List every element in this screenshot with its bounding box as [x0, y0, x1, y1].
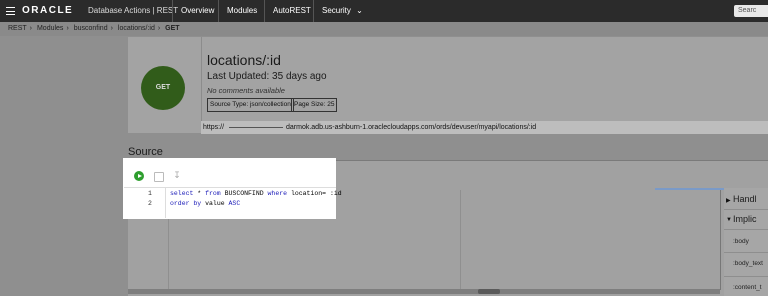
caret-down-icon[interactable]: ▼ — [726, 217, 732, 223]
product-name: Database Actions | REST — [88, 6, 179, 15]
page-size-chip: Page Size: 25 — [291, 98, 338, 112]
line-number: 2 — [148, 200, 152, 207]
gutter-divider — [165, 188, 166, 218]
sql-token: location= :id — [287, 190, 342, 197]
breadcrumb-module[interactable]: busconfind — [74, 25, 108, 32]
sql-keyword: from — [205, 190, 221, 197]
sql-token: * — [193, 190, 206, 197]
tab-overview[interactable]: Overview — [172, 0, 222, 22]
source-type-chip: Source Type: json/collection — [207, 98, 294, 112]
sql-keyword: order by — [170, 200, 202, 207]
editor-column-guide — [460, 190, 461, 290]
divider — [724, 229, 768, 230]
page-title: locations/:id — [207, 52, 281, 68]
breadcrumb: REST › Modules › busconfind › locations/:id… — [0, 22, 768, 36]
chevron-right-icon: › — [157, 25, 161, 32]
editor-highlight — [123, 158, 336, 219]
oracle-logo: ORACLE — [22, 5, 74, 16]
breadcrumb-modules[interactable]: Modules — [37, 25, 63, 32]
breadcrumb-handler: GET — [165, 25, 180, 32]
chevron-right-icon: › — [110, 25, 113, 32]
implicit-param-item[interactable]: :content_t — [733, 284, 762, 291]
run-icon[interactable] — [134, 171, 144, 181]
divider — [724, 276, 768, 277]
chevron-right-icon: › — [66, 25, 69, 32]
chevron-right-icon: › — [29, 25, 33, 32]
sql-keyword: select — [170, 190, 194, 197]
panel-divider[interactable] — [720, 190, 721, 290]
sql-keyword: ASC — [228, 200, 241, 207]
tab-modules[interactable]: Modules — [218, 0, 265, 22]
divider — [201, 37, 202, 133]
endpoint-url[interactable]: https:// darmok.adb.us-ashburn-1.oraclec… — [201, 121, 768, 134]
top-navigation-bar: ORACLE Database Actions | REST Overview … — [0, 0, 768, 22]
breadcrumb-rest[interactable]: REST — [8, 25, 27, 32]
chevron-down-icon: ⌄ — [356, 6, 363, 15]
sql-keyword: where — [267, 190, 288, 197]
implicit-param-item[interactable]: :body_text — [733, 260, 763, 267]
toolbar-divider — [124, 187, 336, 188]
comments-text: No comments available — [207, 86, 285, 95]
side-section-implicit[interactable]: Implic — [733, 214, 757, 224]
sql-token: BUSCONFIND — [220, 190, 268, 197]
editor-gutter-line — [168, 219, 169, 289]
code-line[interactable]: select * from BUSCONFIND where location=… — [170, 190, 342, 197]
url-path: darmok.adb.us-ashburn-1.oraclecloudapps.… — [286, 124, 537, 131]
tab-autorest[interactable]: AutoREST — [264, 0, 319, 22]
last-updated: Last Updated: 35 days ago — [207, 71, 327, 82]
horizontal-scrollbar[interactable] — [128, 289, 720, 294]
line-number: 1 — [148, 190, 152, 197]
url-redaction — [229, 127, 283, 128]
divider — [724, 209, 768, 210]
method-badge: GET — [141, 66, 185, 110]
code-line[interactable]: order by value ASC — [170, 200, 240, 207]
search-input[interactable]: Searc — [734, 5, 768, 17]
breadcrumb-template[interactable]: locations/:id — [118, 25, 155, 32]
divider — [724, 252, 768, 253]
tab-security[interactable]: Security ⌄ — [313, 0, 371, 22]
url-prefix: https:// — [203, 124, 225, 131]
save-icon[interactable] — [154, 172, 164, 182]
download-icon[interactable]: ↧ — [172, 170, 182, 180]
caret-right-icon[interactable]: ▶ — [726, 197, 731, 204]
sql-token: value — [201, 200, 229, 207]
source-heading: Source — [128, 146, 163, 158]
side-section-handler[interactable]: Handl — [733, 194, 757, 204]
implicit-param-item[interactable]: :body — [733, 238, 749, 245]
tab-security-label: Security — [322, 6, 351, 15]
menu-icon[interactable] — [6, 7, 15, 15]
scrollbar-thumb[interactable] — [478, 289, 500, 294]
